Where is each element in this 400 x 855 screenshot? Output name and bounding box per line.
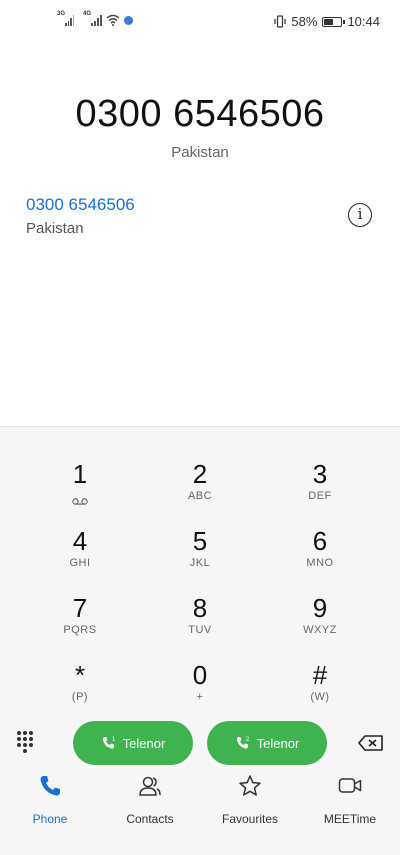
dialed-number-country: Pakistan xyxy=(171,144,229,161)
browser-notification-icon xyxy=(124,15,133,25)
nav-phone-label: Phone xyxy=(32,812,68,826)
sim2-signal-icon: 4G xyxy=(83,11,102,26)
star-icon xyxy=(239,775,261,796)
bottom-nav: Phone Contacts Favourites MEETime xyxy=(0,770,400,855)
nav-phone[interactable]: Phone xyxy=(0,770,100,855)
key-letters: PQRS xyxy=(63,624,97,636)
key-letters: (P) xyxy=(71,691,89,703)
battery-percent: 58% xyxy=(291,14,318,29)
call-sim1-button[interactable]: 1 Telenor xyxy=(73,721,193,765)
key-digit: 0 xyxy=(192,660,208,690)
dialpad-key-9[interactable]: 9 WXYZ xyxy=(260,589,380,651)
status-right: 58% 10:44 xyxy=(274,14,380,29)
key-letters: JKL xyxy=(189,557,211,569)
key-digit: 2 xyxy=(192,459,208,489)
key-digit: * xyxy=(74,660,86,690)
dialpad-key-0[interactable]: 0 + xyxy=(140,656,260,718)
suggestion-country: Pakistan xyxy=(26,220,84,237)
key-digit: 9 xyxy=(312,593,328,623)
call-sim2-button[interactable]: 2 Telenor xyxy=(207,721,327,765)
dialpad-key-8[interactable]: 8 TUV xyxy=(140,589,260,651)
call-sim1-label: Telenor xyxy=(122,735,166,751)
sim1-badge: 1 xyxy=(112,737,116,743)
vibrate-icon xyxy=(274,15,287,28)
suggestion-row[interactable]: 0300 6546506 Pakistan i xyxy=(0,190,400,248)
phone-sim1-icon: 1 xyxy=(102,737,116,749)
dialed-number[interactable]: 0300 6546506 xyxy=(0,93,400,136)
status-bar: 3G 4G 58% 10:44 xyxy=(0,0,400,46)
nav-contacts[interactable]: Contacts xyxy=(100,770,200,855)
nav-meetime[interactable]: MEETime xyxy=(300,770,400,855)
contacts-icon xyxy=(139,776,161,796)
dialpad-key-2[interactable]: 2 ABC xyxy=(140,455,260,517)
key-letters: MNO xyxy=(306,557,334,569)
key-letters: (W) xyxy=(310,691,330,703)
dialpad-key-1[interactable]: 1 xyxy=(20,455,140,517)
nav-favourites[interactable]: Favourites xyxy=(200,770,300,855)
nav-meetime-label: MEETime xyxy=(323,812,377,826)
dialpad-key-6[interactable]: 6 MNO xyxy=(260,522,380,584)
dialpad-toggle-icon[interactable] xyxy=(17,731,37,753)
key-digit: 3 xyxy=(312,459,328,489)
sim1-signal-icon: 3G xyxy=(57,11,74,26)
clock: 10:44 xyxy=(347,14,380,29)
key-letters: GHI xyxy=(69,557,91,569)
key-digit: 8 xyxy=(192,593,208,623)
dialpad-key-star[interactable]: * (P) xyxy=(20,656,140,718)
nav-contacts-label: Contacts xyxy=(126,812,174,826)
suggestion-number: 0300 6546506 xyxy=(26,195,135,214)
backspace-icon[interactable] xyxy=(358,735,384,751)
dialpad-key-3[interactable]: 3 DEF xyxy=(260,455,380,517)
dialpad-key-hash[interactable]: # (W) xyxy=(260,656,380,718)
battery-icon xyxy=(322,16,346,27)
key-letters: WXYZ xyxy=(303,624,337,636)
key-digit: 7 xyxy=(72,593,88,623)
key-letters: ABC xyxy=(187,490,213,502)
phone-icon xyxy=(40,776,60,796)
sim2-badge: 2 xyxy=(246,737,250,743)
key-digit: 5 xyxy=(192,526,208,556)
key-digit: # xyxy=(312,660,328,690)
video-call-icon xyxy=(338,778,362,793)
status-left: 3G 4G xyxy=(57,11,133,26)
key-letters: DEF xyxy=(308,490,332,502)
key-letters: + xyxy=(196,691,204,703)
voicemail-icon xyxy=(72,492,88,505)
key-letters: TUV xyxy=(188,624,212,636)
sim2-network-tag: 4G xyxy=(83,11,92,17)
dialpad-key-4[interactable]: 4 GHI xyxy=(20,522,140,584)
phone-sim2-icon: 2 xyxy=(236,737,250,749)
dialpad-key-7[interactable]: 7 PQRS xyxy=(20,589,140,651)
sim1-network-tag: 3G xyxy=(57,11,66,17)
info-icon[interactable]: i xyxy=(348,203,372,227)
key-digit: 6 xyxy=(312,526,328,556)
wifi-icon xyxy=(106,14,120,26)
call-sim2-label: Telenor xyxy=(256,735,300,751)
battery-fill xyxy=(324,18,334,25)
key-digit: 1 xyxy=(72,459,88,489)
nav-favourites-label: Favourites xyxy=(221,812,279,826)
dialpad-actions: 1 Telenor 2 Telenor xyxy=(0,721,400,767)
dialpad-key-5[interactable]: 5 JKL xyxy=(140,522,260,584)
key-digit: 4 xyxy=(72,526,88,556)
